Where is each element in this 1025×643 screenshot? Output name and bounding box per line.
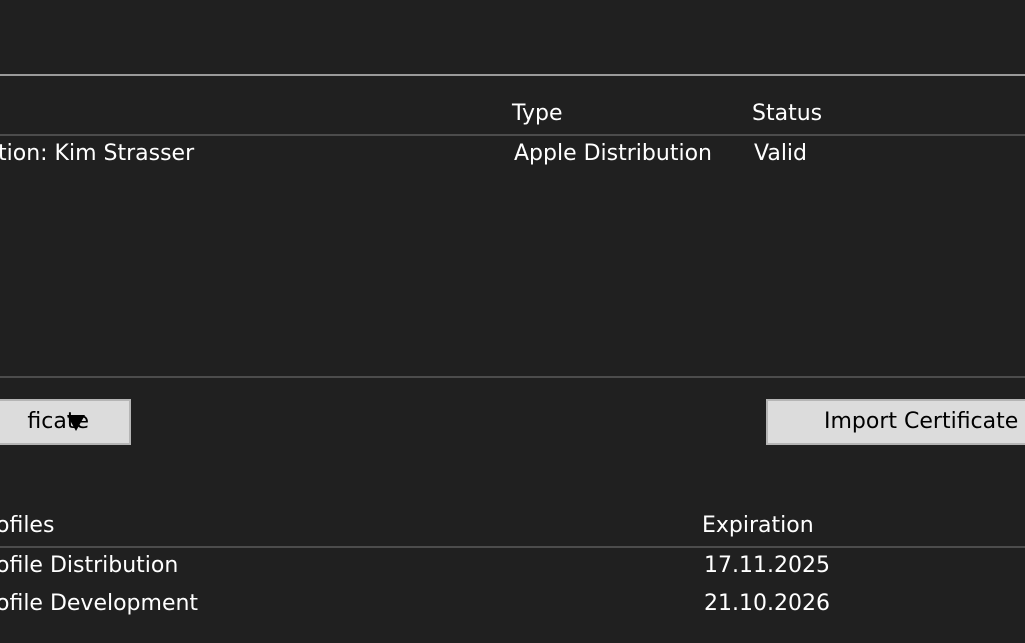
triangle-down-icon: [67, 415, 85, 431]
cert-column-status-header[interactable]: Status: [752, 100, 822, 128]
top-divider: [0, 74, 1025, 76]
cert-header-divider: [0, 134, 1025, 136]
profile-expiration-cell: 21.10.2026: [704, 591, 830, 616]
profile-table-row[interactable]: ofile Development 21.10.2026: [0, 588, 1025, 622]
import-certificate-button[interactable]: Import Certificate: [766, 399, 1025, 445]
profile-name-cell: ofile Distribution: [0, 553, 179, 578]
certificates-window: Type Status tion: Kim Strasser Apple Dis…: [0, 0, 1025, 643]
profile-name-cell: ofile Development: [0, 591, 199, 616]
cert-name-cell: tion: Kim Strasser: [0, 141, 195, 166]
create-certificate-button[interactable]: ficate: [0, 399, 131, 445]
profiles-header-divider: [0, 546, 1025, 548]
cert-column-type-header[interactable]: Type: [512, 100, 563, 128]
profiles-column-name-header[interactable]: ofiles: [0, 512, 54, 540]
profile-expiration-cell: 17.11.2025: [704, 553, 830, 578]
cert-type-cell: Apple Distribution: [514, 141, 712, 166]
cert-status-cell: Valid: [754, 141, 808, 166]
profile-table-row[interactable]: ofile Distribution 17.11.2025: [0, 550, 1025, 584]
import-certificate-button-label: Import Certificate: [824, 409, 1019, 434]
profiles-column-expiration-header[interactable]: Expiration: [702, 512, 814, 540]
cert-table-row[interactable]: tion: Kim Strasser Apple Distribution Va…: [0, 138, 1025, 172]
cert-list-bottom-divider: [0, 376, 1025, 378]
